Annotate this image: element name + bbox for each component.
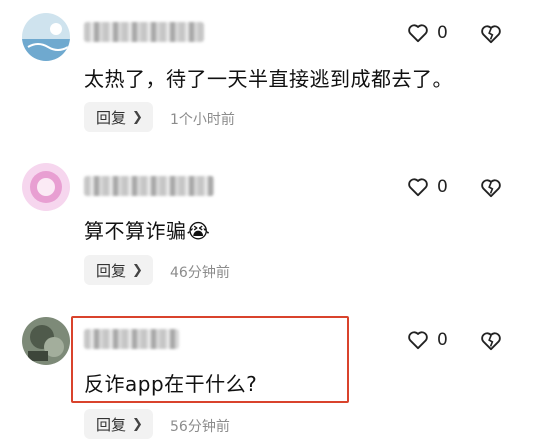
chevron-right-icon: ❯ — [132, 416, 143, 432]
like-count: 0 — [437, 23, 448, 43]
reply-button[interactable]: 回复 ❯ — [84, 255, 153, 285]
chevron-right-icon: ❯ — [132, 109, 143, 125]
like-count: 0 — [437, 177, 448, 197]
heart-outline-icon — [408, 24, 428, 43]
like-button[interactable]: 0 — [407, 21, 448, 45]
timestamp: 46分钟前 — [170, 265, 230, 281]
like-button[interactable]: 0 — [407, 328, 448, 352]
reply-label: 回复 — [96, 108, 127, 127]
timestamp: 56分钟前 — [170, 419, 230, 435]
avatar[interactable] — [22, 317, 70, 365]
reply-button[interactable]: 回复 ❯ — [84, 409, 153, 439]
avatar[interactable] — [22, 13, 70, 61]
dislike-button[interactable] — [480, 176, 502, 200]
like-button[interactable]: 0 — [407, 175, 448, 199]
broken-heart-icon — [481, 179, 501, 198]
broken-heart-icon — [481, 25, 501, 44]
heart-outline-icon — [408, 178, 428, 197]
dislike-button[interactable] — [480, 22, 502, 46]
reply-button[interactable]: 回复 ❯ — [84, 102, 153, 132]
heart-outline-icon — [408, 331, 428, 350]
username[interactable] — [84, 176, 214, 196]
username[interactable] — [84, 22, 204, 42]
broken-heart-icon — [481, 332, 501, 351]
comment-text: 算不算诈骗😭 — [84, 219, 211, 243]
chevron-right-icon: ❯ — [132, 262, 143, 278]
reply-label: 回复 — [96, 261, 127, 280]
avatar[interactable] — [22, 163, 70, 211]
timestamp: 1个小时前 — [170, 112, 235, 128]
like-count: 0 — [437, 330, 448, 350]
dislike-button[interactable] — [480, 329, 502, 353]
comment-text: 太热了，待了一天半直接逃到成都去了。 — [84, 67, 453, 91]
highlight-box — [71, 316, 349, 403]
reply-label: 回复 — [96, 415, 127, 434]
